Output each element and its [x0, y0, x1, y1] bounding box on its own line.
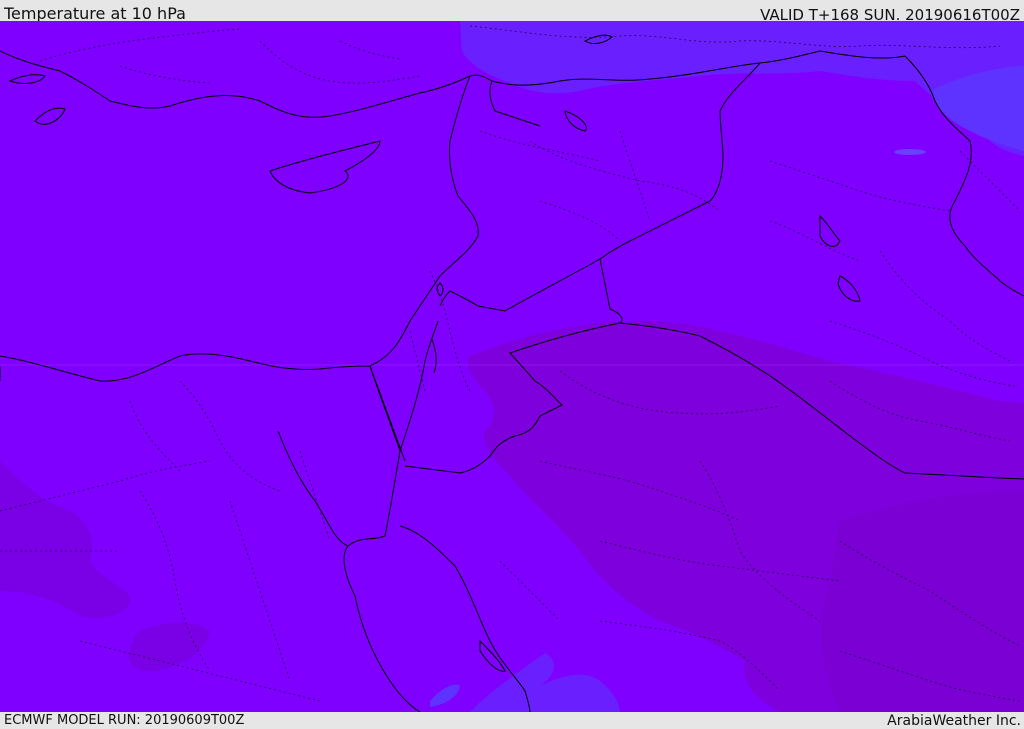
warmer-region-arabia	[821, 491, 1024, 712]
cool-spot-lake	[894, 149, 926, 155]
map-canvas	[0, 21, 1024, 712]
provider-label: ArabiaWeather Inc.	[887, 713, 1021, 729]
footer-bar: ECMWF MODEL RUN: 20190609T00Z ArabiaWeat…	[0, 712, 1024, 729]
temperature-map[interactable]	[0, 21, 1024, 712]
header-bar: Temperature at 10 hPa VALID T+168 SUN. 2…	[0, 0, 1024, 24]
model-run-label: ECMWF MODEL RUN: 20190609T00Z	[4, 713, 245, 728]
